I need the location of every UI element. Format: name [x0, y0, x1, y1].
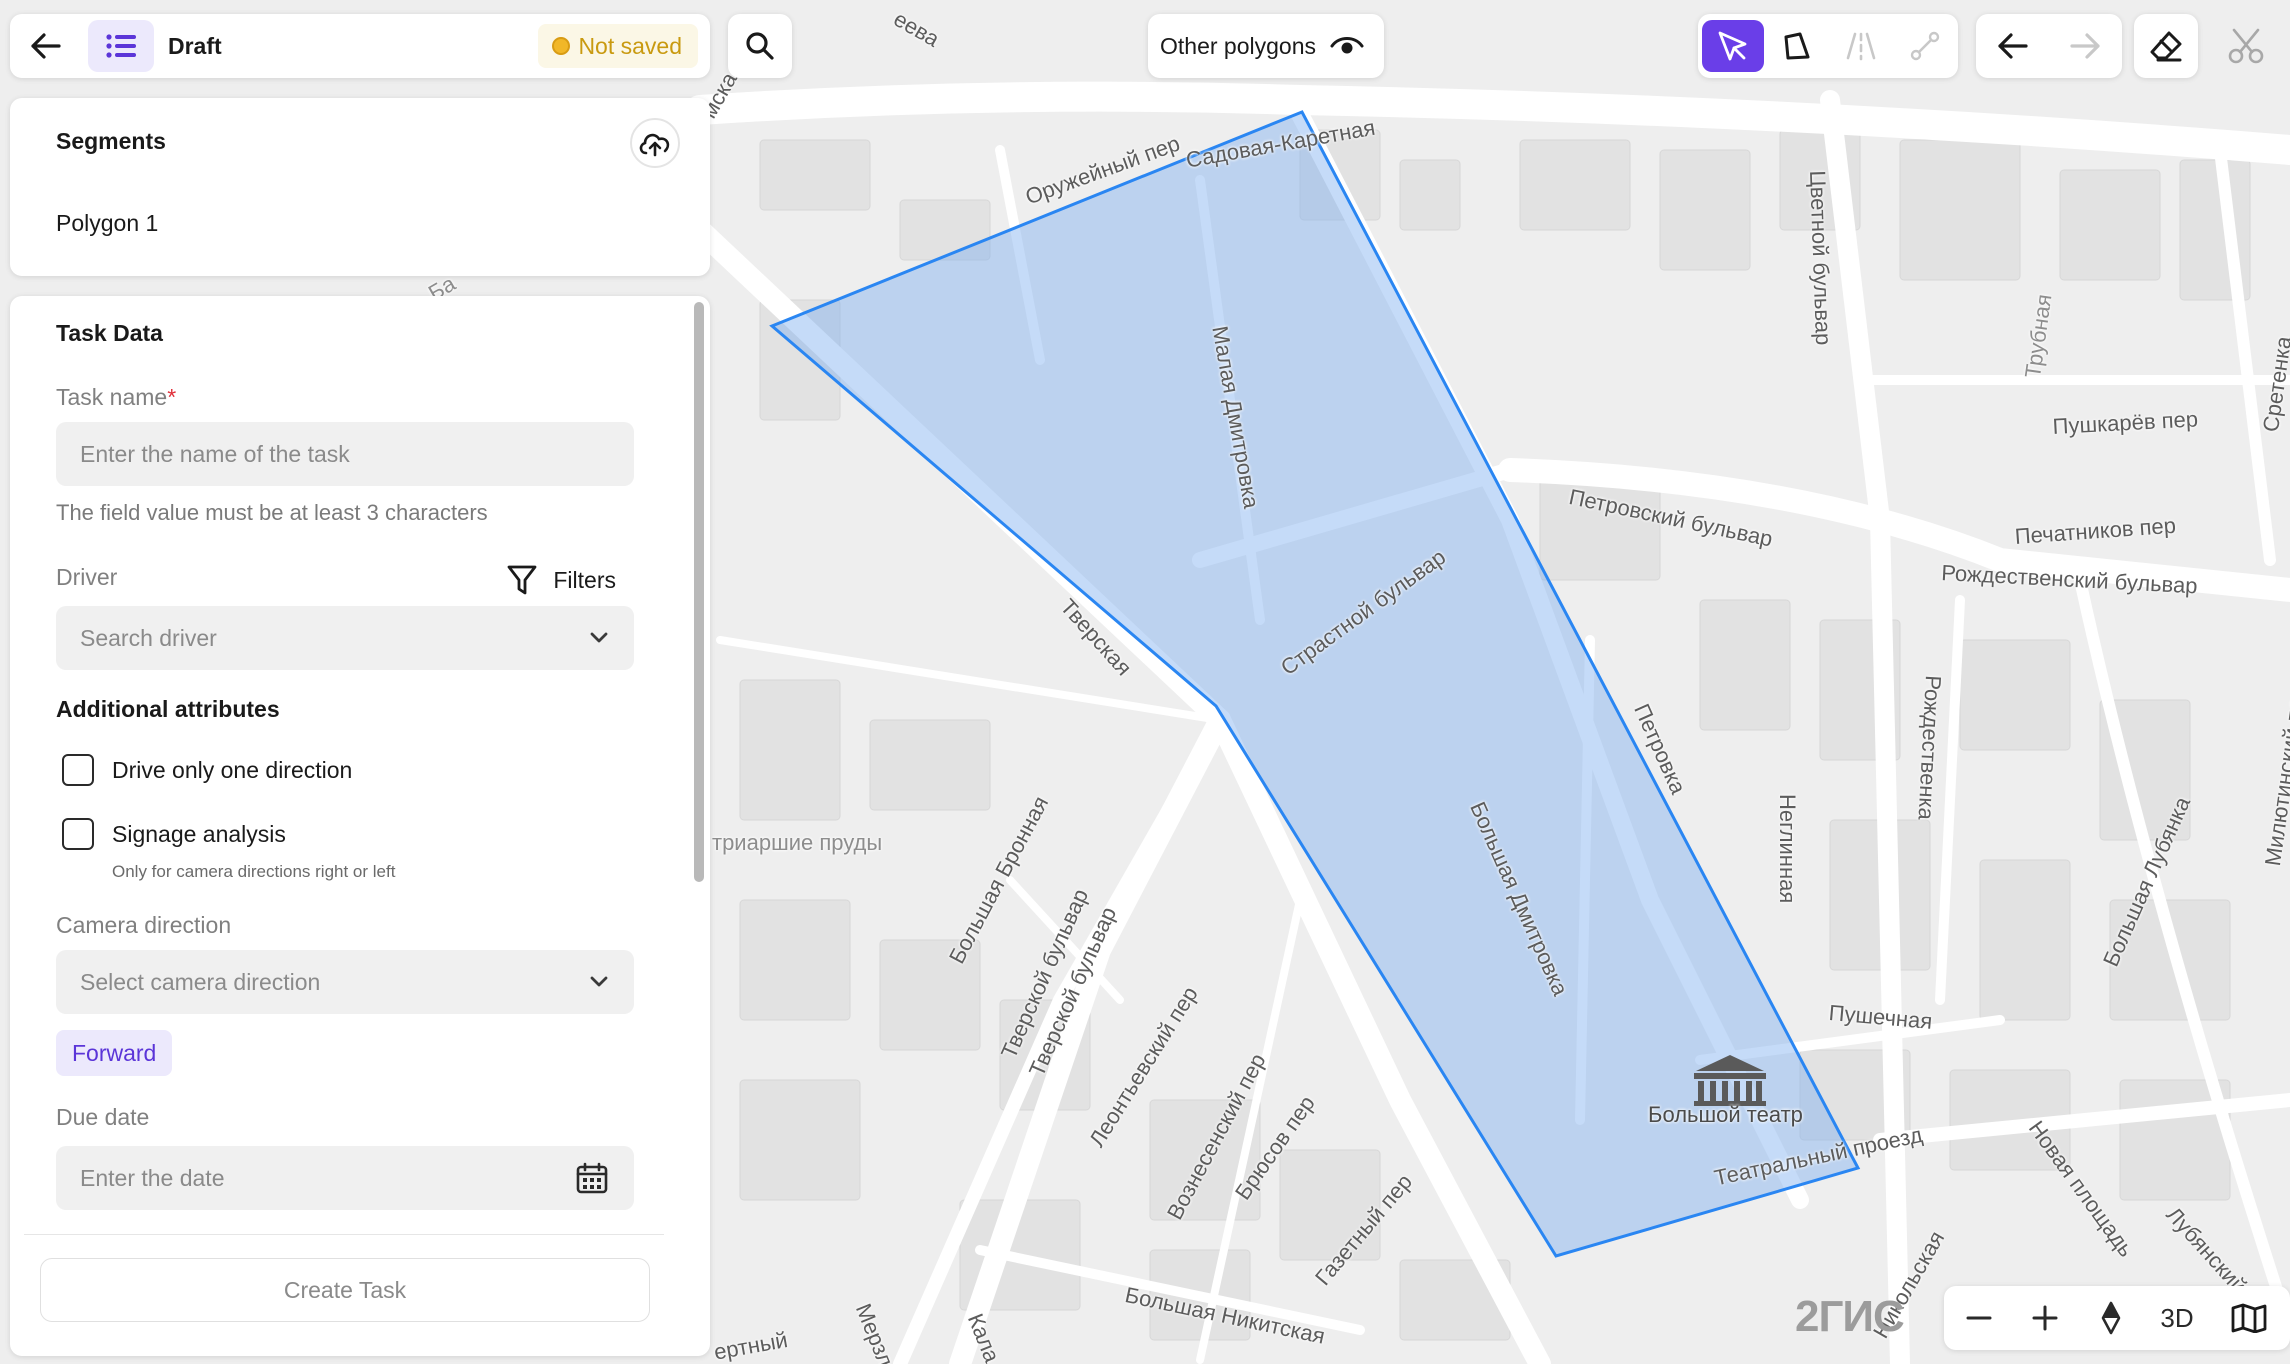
undo-button[interactable]	[1982, 20, 2044, 72]
search-icon	[746, 32, 774, 60]
draft-title: Draft	[168, 33, 222, 59]
line-tool-button[interactable]	[1894, 20, 1956, 72]
back-button[interactable]	[16, 20, 76, 72]
status-dot-icon	[552, 37, 571, 55]
history-group	[1976, 14, 2122, 78]
list-icon	[106, 34, 136, 58]
create-task-button[interactable]: Create Task	[40, 1258, 650, 1322]
panel-divider	[24, 1234, 664, 1235]
segment-item-polygon-1[interactable]: Polygon 1	[56, 210, 158, 237]
panel-scrollbar[interactable]	[694, 302, 704, 882]
task-name-helper: The field value must be at least 3 chara…	[56, 500, 488, 525]
task-name-label: Task name*	[56, 384, 176, 411]
map-label-bolshoi-theatre: Большой театр	[1648, 1102, 1803, 1127]
additional-attributes-heading: Additional attributes	[56, 696, 280, 722]
select-tool-button[interactable]	[1702, 20, 1764, 72]
task-data-heading: Task Data	[56, 320, 163, 346]
segments-list-button[interactable]	[88, 20, 154, 72]
map-label-patriarshie: триаршие пруды	[712, 830, 883, 855]
task-name-label-text: Task name	[56, 384, 168, 410]
map-controls: 3D	[1944, 1286, 2290, 1350]
redo-button[interactable]	[2054, 20, 2116, 72]
signage-analysis-checkbox[interactable]: Signage analysis	[62, 818, 286, 850]
search-button[interactable]	[728, 14, 792, 78]
checkbox-box[interactable]	[62, 754, 94, 786]
signage-analysis-label: Signage analysis	[112, 820, 286, 847]
other-polygons-toggle[interactable]: Other polygons	[1148, 14, 1384, 78]
cut-button[interactable]	[2214, 14, 2278, 78]
camera-direction-select[interactable]: Select camera direction	[56, 950, 634, 1014]
driver-label: Driver	[56, 564, 118, 590]
required-mark: *	[167, 384, 177, 410]
calendar-icon[interactable]	[576, 1162, 608, 1194]
2gis-logo: 2ГИС	[1795, 1292, 1905, 1341]
cursor-select-icon	[1718, 31, 1747, 61]
scissors-icon	[2228, 28, 2264, 64]
task-data-panel: Task Data Task name* The field value mus…	[10, 296, 710, 1356]
due-date-label: Due date	[56, 1104, 150, 1130]
map-icon	[2231, 1303, 2267, 1333]
arrow-left-icon	[31, 33, 61, 59]
map-layers-button[interactable]	[2220, 1292, 2278, 1344]
chevron-down-icon	[590, 976, 608, 987]
zoom-out-button[interactable]	[1950, 1292, 2008, 1344]
compass-icon	[2101, 1301, 2121, 1335]
editor-topbar: Draft Not saved	[10, 14, 710, 78]
driver-placeholder: Search driver	[80, 624, 217, 651]
signage-analysis-note: Only for camera directions right or left	[112, 862, 396, 881]
save-status-badge: Not saved	[538, 24, 698, 68]
cloud-upload-icon	[639, 133, 670, 157]
camera-direction-label: Camera direction	[56, 912, 232, 938]
camera-direction-chip-forward[interactable]: Forward	[56, 1030, 173, 1076]
minus-icon	[1966, 1316, 1992, 1320]
segments-heading: Segments	[56, 128, 166, 154]
redo-arrow-icon	[2070, 33, 2100, 59]
filter-icon	[507, 565, 537, 595]
split-tool-button[interactable]	[1830, 20, 1892, 72]
segments-panel: Segments Polygon 1	[10, 98, 710, 276]
task-name-input[interactable]	[56, 422, 634, 486]
draw-polygon-tool-button[interactable]	[1766, 20, 1828, 72]
driver-select[interactable]: Search driver	[56, 606, 634, 670]
due-date-input[interactable]	[56, 1146, 634, 1210]
plus-icon	[2032, 1305, 2058, 1331]
map-label-neglinnaya: Неглинная	[1775, 794, 1800, 904]
split-road-icon	[1846, 32, 1876, 61]
camera-direction-placeholder: Select camera direction	[80, 968, 321, 995]
draw-tools-group	[1698, 14, 1958, 78]
eraser-button[interactable]	[2134, 14, 2198, 78]
3d-mode-button[interactable]: 3D	[2148, 1292, 2206, 1344]
drive-one-direction-checkbox[interactable]: Drive only one direction	[62, 754, 352, 786]
chevron-down-icon	[590, 632, 608, 643]
compass-button[interactable]	[2082, 1292, 2140, 1344]
undo-arrow-icon	[1998, 33, 2028, 59]
save-status-text: Not saved	[578, 32, 682, 59]
zoom-in-button[interactable]	[2016, 1292, 2074, 1344]
other-polygons-label: Other polygons	[1160, 32, 1316, 59]
eraser-icon	[2150, 31, 2182, 62]
drive-one-direction-label: Drive only one direction	[112, 756, 353, 783]
filters-label: Filters	[553, 566, 616, 593]
polygon-icon	[1784, 32, 1810, 60]
eye-icon	[1330, 37, 1364, 54]
upload-button[interactable]	[630, 118, 680, 168]
line-segment-icon	[1910, 31, 1940, 61]
checkbox-box[interactable]	[62, 818, 94, 850]
filters-button[interactable]: Filters	[507, 560, 616, 600]
